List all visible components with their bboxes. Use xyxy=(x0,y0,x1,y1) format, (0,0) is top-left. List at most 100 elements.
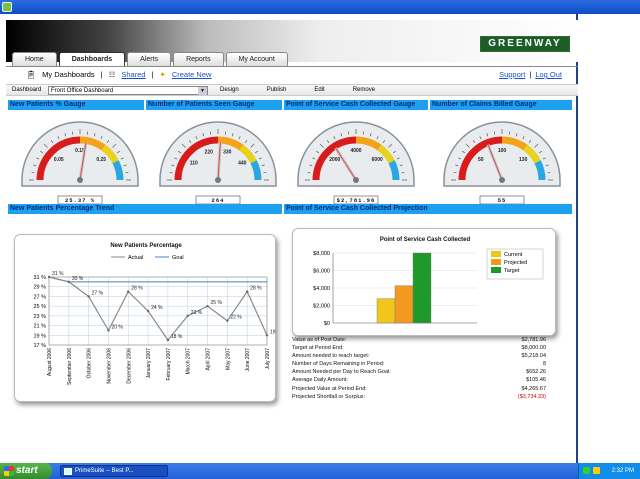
publish-button[interactable]: Publish xyxy=(267,87,287,93)
network-icon[interactable] xyxy=(583,467,590,474)
window-icon xyxy=(64,468,72,475)
stat-row: Average Daily Amount: $105.46 xyxy=(292,376,546,384)
actual-data-label: 30 % xyxy=(72,276,84,282)
legend-goal: Goal xyxy=(172,255,184,261)
stat-label: Value as of Post Date: xyxy=(292,337,347,343)
start-button[interactable]: start xyxy=(0,463,52,479)
line-x-tick: June 2007 xyxy=(245,348,251,372)
actual-point xyxy=(127,290,130,293)
line-y-tick: 23 % xyxy=(33,314,46,320)
actual-point xyxy=(245,290,249,293)
bar-y-tick: $6,000 xyxy=(313,269,330,275)
taskbar-item-primesuite[interactable]: PrimeSuite -- Best P... xyxy=(60,465,168,477)
dashboard-icon: 📋︎ xyxy=(26,70,37,79)
bar-legend-swatch xyxy=(491,251,501,257)
gauge-tick-label: 100 xyxy=(498,148,507,154)
separator: | xyxy=(529,70,532,79)
dashboard-label: Dashboard xyxy=(12,87,42,93)
desktop-area xyxy=(578,14,640,463)
stat-label: Number of Days Remaining in Period: xyxy=(292,361,385,368)
app-window: GREENWAY Home Dashboards Alerts Reports … xyxy=(0,14,578,463)
gauge-hub xyxy=(77,177,83,183)
separator: | xyxy=(100,70,103,79)
bar-y-tick: $2,000 xyxy=(313,304,330,310)
line-y-tick: 19 % xyxy=(33,333,46,339)
line-y-tick: 21 % xyxy=(33,324,46,330)
line-y-tick: 27 % xyxy=(33,294,46,300)
stat-value: $105.46 xyxy=(526,377,546,384)
stat-label: Target at Period End: xyxy=(292,345,344,352)
stat-label: Projected Value at Period End: xyxy=(292,385,367,392)
dashboard-select[interactable]: Front Office Dashboard ▼ xyxy=(48,86,208,95)
actual-point xyxy=(146,309,150,313)
line-x-tick: December 2006 xyxy=(126,348,132,384)
line-x-tick: July 2007 xyxy=(265,348,271,370)
separator: | xyxy=(151,70,154,79)
task-label: PrimeSuite -- Best P... xyxy=(75,468,134,474)
design-button[interactable]: Design xyxy=(220,87,239,93)
gauge-tick-label: 2000 xyxy=(329,157,340,163)
stat-label: Average Daily Amount: xyxy=(292,377,348,384)
shared-icon: ☷ xyxy=(108,70,116,79)
actual-point xyxy=(87,295,90,298)
tab-reports[interactable]: Reports xyxy=(173,52,224,66)
gauge-tick-label: 220 xyxy=(205,149,214,155)
line-x-tick: August 2006 xyxy=(47,348,53,376)
gauge-readout: 55 xyxy=(498,197,507,204)
gauge-tick-label: 50 xyxy=(478,157,484,163)
stat-row: Amount Needed per Day to Reach Goal: $652… xyxy=(292,368,546,376)
tab-divider xyxy=(6,66,578,67)
line-y-tick: 29 % xyxy=(33,285,46,291)
actual-data-label: 20 % xyxy=(111,324,123,330)
dashboard-select-value: Front Office Dashboard xyxy=(51,88,114,94)
tab-my-account[interactable]: My Account xyxy=(225,52,288,66)
security-icon[interactable] xyxy=(593,467,600,474)
bar-y-tick: $0 xyxy=(324,321,330,327)
line-y-tick: 17 % xyxy=(33,343,46,349)
stat-label: Amount needed to reach target: xyxy=(292,353,370,360)
tab-alerts[interactable]: Alerts xyxy=(127,52,172,66)
panel-title-claims-billed-gauge: Number of Claims Billed Gauge xyxy=(430,100,572,110)
panel-title-new-patients-gauge: New Patients % Gauge xyxy=(8,100,144,110)
line-x-tick: March 2007 xyxy=(186,348,192,375)
stat-label: Amount Needed per Day to Reach Goal: xyxy=(292,369,391,376)
logout-link[interactable]: Log Out xyxy=(535,70,562,79)
stat-row: Amount needed to reach target: $5,218.04 xyxy=(292,352,546,360)
stat-row: Value as of Post Date: $2,781.96 xyxy=(292,336,546,344)
stat-value: ($3,734.33) xyxy=(517,393,546,400)
stat-value: $652.26 xyxy=(526,369,546,376)
actual-point xyxy=(226,319,229,322)
actual-point xyxy=(67,280,71,284)
bar-legend-label: Target xyxy=(504,268,520,274)
actual-point xyxy=(107,329,110,332)
gauge-readout: 25.37 % xyxy=(65,197,95,204)
gauge-svg: 0.050.150.2525.37 % xyxy=(21,121,139,205)
cash-bar-chart: Point of Service Cash Collected $8,000 $6,… xyxy=(292,228,556,336)
panel-title-cash-projection: Point of Service Cash Collected Projecti… xyxy=(284,204,572,214)
bar-y-tick: $4,000 xyxy=(313,286,330,292)
bar-legend-swatch xyxy=(491,267,501,273)
actual-data-label: 23 % xyxy=(191,310,203,316)
remove-button[interactable]: Remove xyxy=(353,87,375,93)
chevron-down-icon[interactable]: ▼ xyxy=(198,87,207,95)
panel-title-cash-collected-gauge: Point of Service Cash Collected Gauge xyxy=(284,100,428,110)
gauge-3: 2000 4000 6000 $2,781.96 xyxy=(294,114,418,209)
tab-dashboards[interactable]: Dashboards xyxy=(58,52,126,66)
bar-legend-label: Current xyxy=(504,252,523,258)
start-label: start xyxy=(16,465,38,476)
gauge-tick-label: 6000 xyxy=(372,157,383,163)
bar-y-tick: $8,000 xyxy=(313,251,330,257)
gauge-tick-label: 110 xyxy=(190,160,198,166)
app-icon xyxy=(2,2,12,12)
shared-link[interactable]: Shared xyxy=(121,70,145,79)
tab-home[interactable]: Home xyxy=(12,52,57,66)
line-x-tick: November 2006 xyxy=(106,348,112,384)
create-new-link[interactable]: Create New xyxy=(172,70,212,79)
main-tabs: Home Dashboards Alerts Reports My Accoun… xyxy=(12,52,288,66)
actual-data-label: 28 % xyxy=(131,286,143,292)
support-link[interactable]: Support xyxy=(499,70,525,79)
bar-legend-swatch xyxy=(491,259,501,265)
edit-button[interactable]: Edit xyxy=(314,87,324,93)
stat-value: $5,218.04 xyxy=(521,353,546,360)
actual-point xyxy=(186,314,189,318)
